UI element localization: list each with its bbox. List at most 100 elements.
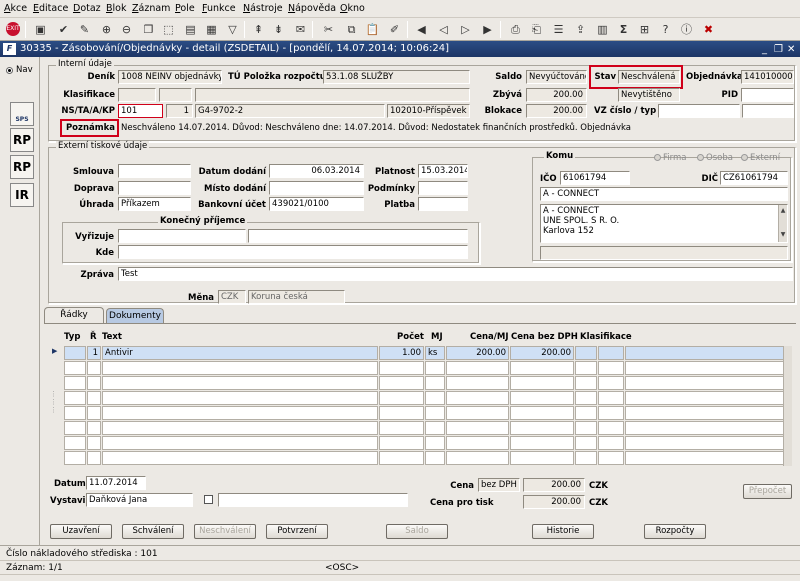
- delete-record-icon[interactable]: ⊖: [118, 21, 135, 38]
- cena-type-field[interactable]: bez DPH: [478, 478, 520, 492]
- duplicate-icon[interactable]: ❐: [140, 21, 157, 38]
- radio-firma[interactable]: Firma: [654, 153, 686, 163]
- vystavil-extra-field[interactable]: [218, 493, 408, 507]
- historie-button[interactable]: Historie: [532, 524, 594, 539]
- table-cell[interactable]: [379, 361, 424, 375]
- datum-dodani-field[interactable]: 06.03.2014: [269, 164, 364, 178]
- platnost-field[interactable]: 15.03.2014: [418, 164, 468, 178]
- objednavka-field[interactable]: 1410100005: [741, 70, 794, 84]
- print-icon[interactable]: ⎙: [507, 21, 524, 38]
- print-state-field[interactable]: Nevytištěno: [618, 88, 680, 102]
- table-cell[interactable]: [64, 406, 86, 420]
- table-cell[interactable]: [446, 451, 509, 465]
- table-cell[interactable]: [598, 421, 624, 435]
- table-cell[interactable]: [379, 376, 424, 390]
- attachment-icon[interactable]: ⎗: [528, 21, 545, 38]
- table-cell[interactable]: [102, 436, 378, 450]
- table-cell[interactable]: [598, 361, 624, 375]
- table-cell[interactable]: [87, 436, 101, 450]
- query-execute-icon[interactable]: ▤: [182, 21, 199, 38]
- table-cell[interactable]: [575, 346, 597, 360]
- table-cell[interactable]: [64, 421, 86, 435]
- menu-editace[interactable]: Editace: [33, 3, 68, 14]
- saldo-field[interactable]: Nevyúčtováno: [526, 70, 587, 84]
- komu-address-field[interactable]: A - CONNECT UNE SPOL. S R. O. Karlova 15…: [540, 204, 788, 243]
- last-record-icon[interactable]: ⇟: [270, 21, 287, 38]
- next-block-icon[interactable]: ▶: [479, 21, 496, 38]
- prev-block-icon[interactable]: ◀: [413, 21, 430, 38]
- table-cell[interactable]: [510, 436, 574, 450]
- saldo-button[interactable]: Saldo: [386, 524, 448, 539]
- kde-field[interactable]: [118, 245, 468, 259]
- table-cell[interactable]: [64, 361, 86, 375]
- table-cell[interactable]: [87, 451, 101, 465]
- tab-radky[interactable]: Řádky: [44, 307, 104, 324]
- smlouva-field[interactable]: [118, 164, 191, 178]
- table-cell[interactable]: [598, 451, 624, 465]
- mena-name-field[interactable]: Koruna česká: [248, 290, 345, 304]
- menu-dotaz[interactable]: Dotaz: [73, 3, 101, 14]
- datum-field[interactable]: 11.07.2014: [86, 476, 146, 490]
- accept-icon[interactable]: ✔: [55, 21, 72, 38]
- nav-radio[interactable]: [6, 67, 13, 74]
- table-cell[interactable]: [87, 406, 101, 420]
- sum-icon[interactable]: Σ: [615, 21, 632, 38]
- grid-drag-handle[interactable]: ⋮ ⋮ ⋮: [50, 390, 58, 420]
- zbyva-field[interactable]: 200.00: [526, 88, 587, 102]
- table-cell[interactable]: [598, 346, 624, 360]
- table-cell[interactable]: [446, 406, 509, 420]
- a-field[interactable]: G4-9702-2: [195, 104, 385, 118]
- table-cell[interactable]: [425, 361, 445, 375]
- table-cell[interactable]: [625, 406, 792, 420]
- table-cell[interactable]: [510, 421, 574, 435]
- menu-okno[interactable]: Okno: [340, 3, 365, 14]
- uzavreni-button[interactable]: Uzavření: [50, 524, 112, 539]
- schvaleni-button[interactable]: Schválení: [122, 524, 184, 539]
- table-cell[interactable]: [102, 361, 378, 375]
- dic-field[interactable]: CZ61061794: [720, 171, 788, 185]
- table-cell[interactable]: [87, 376, 101, 390]
- cena-field[interactable]: 200.00: [523, 478, 585, 492]
- exit-icon[interactable]: EXIT: [6, 22, 20, 36]
- vyrizuje-field-2[interactable]: [248, 229, 468, 243]
- table-cell[interactable]: [102, 421, 378, 435]
- ico-field[interactable]: 61061794: [560, 171, 630, 185]
- table-cell[interactable]: [64, 346, 86, 360]
- bankovni-ucet-field[interactable]: 439021/0100: [269, 197, 364, 211]
- menu-akce[interactable]: Akce: [4, 3, 27, 14]
- new-record-icon[interactable]: ⊕: [98, 21, 115, 38]
- table-cell[interactable]: [510, 376, 574, 390]
- neschvaleni-button[interactable]: Neschválení: [194, 524, 256, 539]
- first-record-icon[interactable]: ⇞: [250, 21, 267, 38]
- table-cell[interactable]: [510, 361, 574, 375]
- filter-icon[interactable]: ▽: [224, 21, 241, 38]
- radio-externi[interactable]: Externí: [741, 153, 780, 163]
- ta-field[interactable]: 1: [166, 104, 193, 118]
- table-cell[interactable]: [575, 406, 597, 420]
- zprava-field[interactable]: Test: [118, 267, 793, 281]
- table-cell[interactable]: [625, 436, 792, 450]
- menu-funkce[interactable]: Funkce: [202, 3, 236, 14]
- vyrizuje-field-1[interactable]: [118, 229, 246, 243]
- table-cell[interactable]: [446, 421, 509, 435]
- vystavil-field[interactable]: Daňková Jana: [86, 493, 193, 507]
- table-cell[interactable]: [64, 436, 86, 450]
- table-cell[interactable]: [379, 451, 424, 465]
- pid-field[interactable]: [741, 88, 794, 102]
- denik-field[interactable]: 1008 NEINV objednávky: [118, 70, 222, 84]
- table-cell[interactable]: 200.00: [510, 346, 574, 360]
- table-cell[interactable]: [598, 406, 624, 420]
- table-cell[interactable]: [510, 391, 574, 405]
- minimize-icon[interactable]: _: [762, 42, 767, 58]
- komu-extra-field[interactable]: [540, 246, 788, 260]
- table-cell[interactable]: ks: [425, 346, 445, 360]
- table-cell[interactable]: [102, 376, 378, 390]
- rozpocty-button[interactable]: Rozpočty: [644, 524, 706, 539]
- vz-number-field[interactable]: [658, 104, 740, 118]
- about-icon[interactable]: ⓘ: [678, 21, 695, 38]
- table-cell[interactable]: [87, 391, 101, 405]
- table-cell[interactable]: 1: [87, 346, 101, 360]
- table-cell[interactable]: [425, 451, 445, 465]
- rp-eu-icon[interactable]: RP: [10, 155, 34, 179]
- table-cell[interactable]: [446, 376, 509, 390]
